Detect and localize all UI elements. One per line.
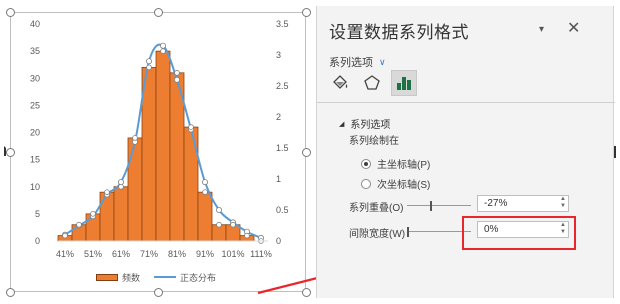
primary-y-axis: 0 5 10 15 20 25 30 35 40	[30, 19, 40, 246]
x-tick-label: 71%	[140, 249, 158, 259]
bar	[99, 191, 115, 242]
bar-point	[216, 221, 222, 228]
series-options-dropdown[interactable]: 系列选项 ∨	[329, 54, 386, 70]
bar-point	[104, 189, 110, 195]
gap-width-thumb[interactable]	[407, 227, 409, 237]
x-axis: 41% 51% 61% 71% 81% 91% 101% 111%	[56, 240, 272, 259]
series-overlap-label: 系列重叠(O)	[349, 203, 404, 214]
collapse-triangle-icon: ◢	[339, 120, 345, 128]
section-title: 系列选项	[350, 120, 391, 131]
line-point	[145, 58, 152, 65]
plot-series-on-label: 系列绘制在	[349, 136, 399, 147]
highlight-box	[462, 216, 576, 250]
x-tick-label: 111%	[250, 249, 272, 259]
bar	[113, 186, 129, 242]
bar-point	[174, 70, 180, 76]
y-tick-label: 20	[30, 128, 40, 138]
y-tick-label: 40	[30, 19, 40, 29]
bar	[183, 126, 199, 242]
x-tick-label: 101%	[221, 249, 244, 259]
y-tick-label: 5	[35, 209, 40, 219]
bar-point	[188, 124, 194, 130]
x-tick-label: 61%	[112, 249, 130, 259]
chevron-down-icon[interactable]: ▾	[539, 24, 544, 35]
legend-item-line: 正态分布	[154, 271, 216, 284]
y2-tick-label: 1	[276, 174, 281, 184]
x-tick-label: 51%	[84, 249, 102, 259]
paint-bucket-icon	[333, 75, 348, 89]
tab-fill-line[interactable]	[327, 70, 353, 96]
pane-tabs	[327, 70, 417, 96]
spin-arrows-icon[interactable]: ▲ ▼	[560, 196, 566, 210]
chart-legend[interactable]: 频数 正态分布	[96, 270, 216, 284]
bar-chart-icon	[397, 77, 411, 90]
pane-title: 设置数据系列格式	[329, 23, 469, 42]
tab-effects[interactable]	[359, 70, 385, 96]
series-options-section-header[interactable]: ◢ 系列选项	[339, 116, 390, 131]
bar-point	[230, 221, 236, 228]
primary-axis-option[interactable]: 主坐标轴(P)	[361, 156, 430, 171]
primary-axis-label: 主坐标轴(P)	[377, 160, 431, 171]
series-overlap-thumb[interactable]	[430, 201, 432, 211]
secondary-axis-option[interactable]: 次坐标轴(S)	[361, 176, 430, 191]
secondary-axis-radio[interactable]	[361, 178, 371, 189]
bar-point	[244, 232, 250, 239]
series-overlap-track	[407, 205, 471, 206]
pane-edge-marker	[610, 146, 616, 158]
series-overlap-slider[interactable]	[407, 201, 471, 211]
x-tick-label: 81%	[168, 249, 186, 259]
y-tick-label: 35	[30, 46, 40, 56]
format-data-series-pane: 设置数据系列格式 ▾ ✕ 系列选项 ∨ ◢ 系列选项 系列绘制在 主坐标轴(P)…	[316, 6, 615, 298]
chevron-down-icon: ∨	[379, 56, 386, 67]
line-point	[159, 42, 166, 49]
y2-tick-label: 3.5	[276, 19, 289, 29]
y2-tick-label: 0.5	[276, 205, 289, 215]
legend-label-bars: 频数	[122, 272, 141, 283]
bar	[127, 137, 143, 242]
x-tick-label: 41%	[56, 249, 74, 259]
y2-tick-label: 0	[276, 236, 281, 246]
legend-swatch-line	[154, 276, 177, 278]
bar-point	[118, 183, 124, 190]
bar-point	[132, 135, 138, 141]
y2-tick-label: 1.5	[276, 143, 289, 153]
y2-tick-label: 3	[276, 50, 281, 60]
tab-divider	[317, 102, 615, 103]
bar-point	[146, 64, 152, 71]
bar-point	[76, 221, 82, 228]
bar	[197, 191, 213, 242]
x-tick-label: 91%	[196, 249, 214, 259]
secondary-y-axis: 0 0.5 1 1.5 2 2.5 3 3.5	[276, 19, 289, 246]
close-icon[interactable]: ✕	[567, 18, 580, 38]
bar	[155, 50, 171, 242]
y-tick-label: 30	[30, 73, 40, 83]
line-point	[173, 76, 180, 83]
y-tick-label: 0	[35, 236, 40, 246]
series-overlap-spinner[interactable]: -27% ▲ ▼	[477, 195, 569, 212]
y-tick-label: 10	[30, 182, 40, 192]
bar	[141, 67, 157, 242]
bar-point	[160, 48, 166, 54]
line-point	[118, 179, 125, 186]
line-point	[215, 206, 222, 213]
legend-label-line: 正态分布	[180, 272, 217, 283]
legend-swatch-bars	[96, 273, 118, 281]
primary-axis-radio[interactable]	[361, 158, 371, 169]
bar-point	[202, 189, 208, 195]
gap-width-label: 间隙宽度(W)	[349, 229, 406, 240]
secondary-axis-label: 次坐标轴(S)	[377, 180, 431, 191]
y2-tick-label: 2	[276, 112, 281, 122]
series-options-label: 系列选项	[329, 57, 373, 69]
bar-series[interactable]	[57, 50, 255, 242]
bar-point	[90, 211, 96, 217]
series-overlap-value: -27%	[484, 198, 508, 209]
pentagon-icon	[364, 75, 380, 90]
y2-tick-label: 2.5	[276, 81, 289, 91]
y-tick-label: 25	[30, 100, 40, 110]
line-point	[201, 179, 208, 186]
legend-item-bars: 频数	[96, 271, 140, 284]
bar-point	[62, 232, 68, 239]
y-tick-label: 15	[30, 155, 40, 165]
tab-series-options[interactable]	[391, 70, 417, 96]
